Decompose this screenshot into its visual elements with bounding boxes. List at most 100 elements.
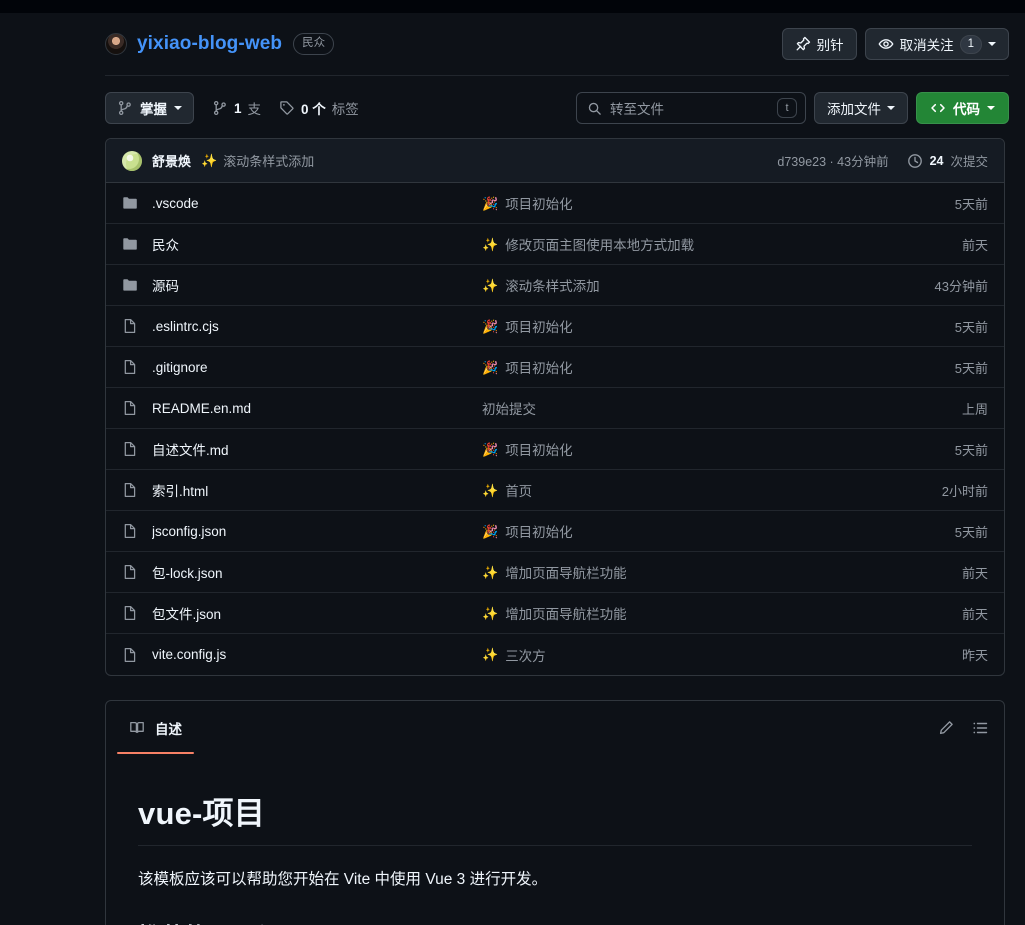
file-commit-message[interactable]: ✨ 增加页面导航栏功能 [482, 603, 962, 623]
table-row: 民众 ✨ 修改页面主图使用本地方式加载 前天 [106, 224, 1004, 265]
commit-emoji: ✨ [482, 564, 499, 580]
readme-panel: 自述 vue-项目 该模板应该可以帮助您开始在 Vite 中使用 Vue 3 进… [105, 700, 1005, 925]
watch-button[interactable]: 取消关注 1 [864, 28, 1009, 60]
file-commit-time: 前天 [961, 606, 988, 622]
file-commit-message[interactable]: 🎉 项目初始化 [482, 357, 955, 377]
file-commit-message-text: 修改页面主图使用本地方式加载 [505, 238, 695, 253]
commit-emoji: 🎉 [482, 195, 499, 211]
tab-readme[interactable]: 自述 [117, 701, 194, 754]
branch-icon [117, 100, 133, 116]
commit-hash-time[interactable]: d739e23 · 43分钟前 [777, 151, 888, 170]
file-name-link[interactable]: .vscode [152, 196, 482, 211]
chevron-down-icon [988, 42, 996, 46]
file-name-link[interactable]: README.en.md [152, 401, 482, 416]
branches-label: 支 [247, 102, 262, 117]
file-commit-message-text: 项目初始化 [505, 197, 573, 212]
commit-emoji: ✨ [482, 647, 499, 662]
readme-heading: vue-项目 [138, 788, 972, 846]
tag-icon [279, 100, 295, 116]
book-icon [129, 720, 145, 736]
folder-icon [122, 195, 138, 211]
list-unordered-icon[interactable] [972, 720, 988, 736]
file-name-link[interactable]: 源码 [152, 275, 482, 295]
file-commit-message-text: 滚动条样式添加 [505, 279, 600, 294]
file-commit-message-text: 项目初始化 [505, 443, 573, 458]
commit-author[interactable]: 舒景焕 [152, 151, 191, 170]
file-commit-message[interactable]: 🎉 项目初始化 [482, 439, 955, 459]
file-icon [122, 605, 138, 621]
file-commit-message[interactable]: 🎉 项目初始化 [482, 193, 955, 213]
add-file-button[interactable]: 添加文件 [814, 92, 908, 124]
readme-subheading: 推荐的 IDE 设置 [138, 917, 972, 925]
file-name-link[interactable]: jsconfig.json [152, 524, 482, 539]
commit-message-text: 滚动条样式添加 [223, 154, 315, 169]
readme-header: 自述 [106, 701, 1004, 754]
tab-readme-label: 自述 [155, 721, 182, 737]
file-name-link[interactable]: .eslintrc.cjs [152, 319, 482, 334]
file-icon [122, 400, 138, 416]
file-icon [122, 647, 138, 663]
table-row: .eslintrc.cjs 🎉 项目初始化 5天前 [106, 306, 1004, 347]
commit-emoji: 🎉 [482, 359, 499, 375]
repo-name-link[interactable]: yixiao-blog-web [137, 33, 282, 55]
eye-icon [878, 36, 894, 52]
file-commit-message-text: 三次方 [505, 648, 546, 664]
file-name-link[interactable]: 索引.html [152, 480, 482, 500]
file-name-link[interactable]: vite.config.js [152, 647, 482, 662]
file-name-link[interactable]: 民众 [152, 234, 482, 254]
code-button[interactable]: 代码 [916, 92, 1009, 124]
go-to-file-search[interactable]: 转至文件 t [576, 92, 806, 124]
file-commit-message-text: 项目初始化 [505, 525, 573, 540]
commit-emoji: ✨ [482, 277, 499, 293]
file-commit-message[interactable]: ✨ 修改页面主图使用本地方式加载 [482, 234, 962, 254]
repo-header-actions: 别针 取消关注 1 [781, 28, 1009, 60]
file-commit-message-text: 增加页面导航栏功能 [505, 607, 627, 622]
author-avatar[interactable] [122, 150, 142, 171]
commit-message[interactable]: ✨ 滚动条样式添加 [201, 151, 314, 170]
pencil-icon[interactable] [938, 720, 954, 736]
watch-count: 1 [959, 34, 982, 54]
refs-summary: 1 支 0 个 标签 [212, 98, 359, 118]
tags-count: 0 个 [301, 102, 326, 117]
file-commit-message[interactable]: ✨ 增加页面导航栏功能 [482, 562, 962, 582]
file-commit-message-text: 增加页面导航栏功能 [505, 566, 627, 581]
commit-emoji: ✨ [201, 153, 218, 168]
branches-link[interactable]: 1 支 [212, 98, 261, 118]
owner-avatar[interactable] [105, 33, 127, 55]
branch-icon [212, 100, 228, 116]
search-icon [587, 101, 602, 116]
commit-emoji: 🎉 [482, 441, 499, 457]
file-commit-message[interactable]: 初始提交 [482, 398, 962, 418]
commits-count-label: 次提交 [950, 155, 988, 169]
table-row: vite.config.js ✨ 三次方 昨天 [106, 634, 1004, 675]
file-list: .vscode 🎉 项目初始化 5天前 民众 ✨ 修改页面主图使用本地方式加载 前天 源码 ✨ 滚动… [106, 183, 1004, 675]
file-commit-message[interactable]: ✨ 三次方 [482, 645, 962, 665]
toolbar-right-actions: 转至文件 t 添加文件 代码 [576, 92, 1009, 124]
file-name-link[interactable]: 自述文件.md [152, 439, 482, 459]
commit-emoji: ✨ [482, 605, 499, 621]
repo-header: yixiao-blog-web 民众 别针 取消关注 1 [0, 13, 1025, 75]
file-commit-message[interactable]: 🎉 项目初始化 [482, 316, 955, 336]
file-icon [122, 318, 138, 334]
file-commit-time: 5天前 [954, 442, 988, 458]
history-icon [907, 153, 923, 169]
tags-link[interactable]: 0 个 标签 [279, 98, 359, 118]
file-commit-time: 前天 [961, 237, 988, 253]
commit-meta: d739e23 · 43分钟前 24 次提交 [777, 151, 988, 170]
file-name-link[interactable]: .gitignore [152, 360, 482, 375]
readme-header-actions [938, 720, 988, 736]
file-commit-message[interactable]: ✨ 首页 [482, 480, 942, 500]
file-commit-message[interactable]: ✨ 滚动条样式添加 [482, 275, 935, 295]
readme-content: vue-项目 该模板应该可以帮助您开始在 Vite 中使用 Vue 3 进行开发… [106, 754, 1004, 925]
branch-selector-button[interactable]: 掌握 [105, 92, 194, 124]
file-table-panel: 舒景焕 ✨ 滚动条样式添加 d739e23 · 43分钟前 24 次提交 .vs… [105, 138, 1005, 676]
commits-count-link[interactable]: 24 次提交 [907, 151, 988, 170]
file-name-link[interactable]: 包-lock.json [152, 562, 482, 582]
pin-button[interactable]: 别针 [781, 28, 857, 60]
file-commit-time: 5天前 [954, 524, 988, 540]
file-commit-message[interactable]: 🎉 项目初始化 [482, 521, 955, 541]
file-name-link[interactable]: 包文件.json [152, 603, 482, 623]
repo-toolbar: 掌握 1 支 0 个 标签 转至文件 t 添加文件 代码 [0, 76, 1025, 138]
branches-count: 1 [234, 100, 242, 116]
table-row: jsconfig.json 🎉 项目初始化 5天前 [106, 511, 1004, 552]
